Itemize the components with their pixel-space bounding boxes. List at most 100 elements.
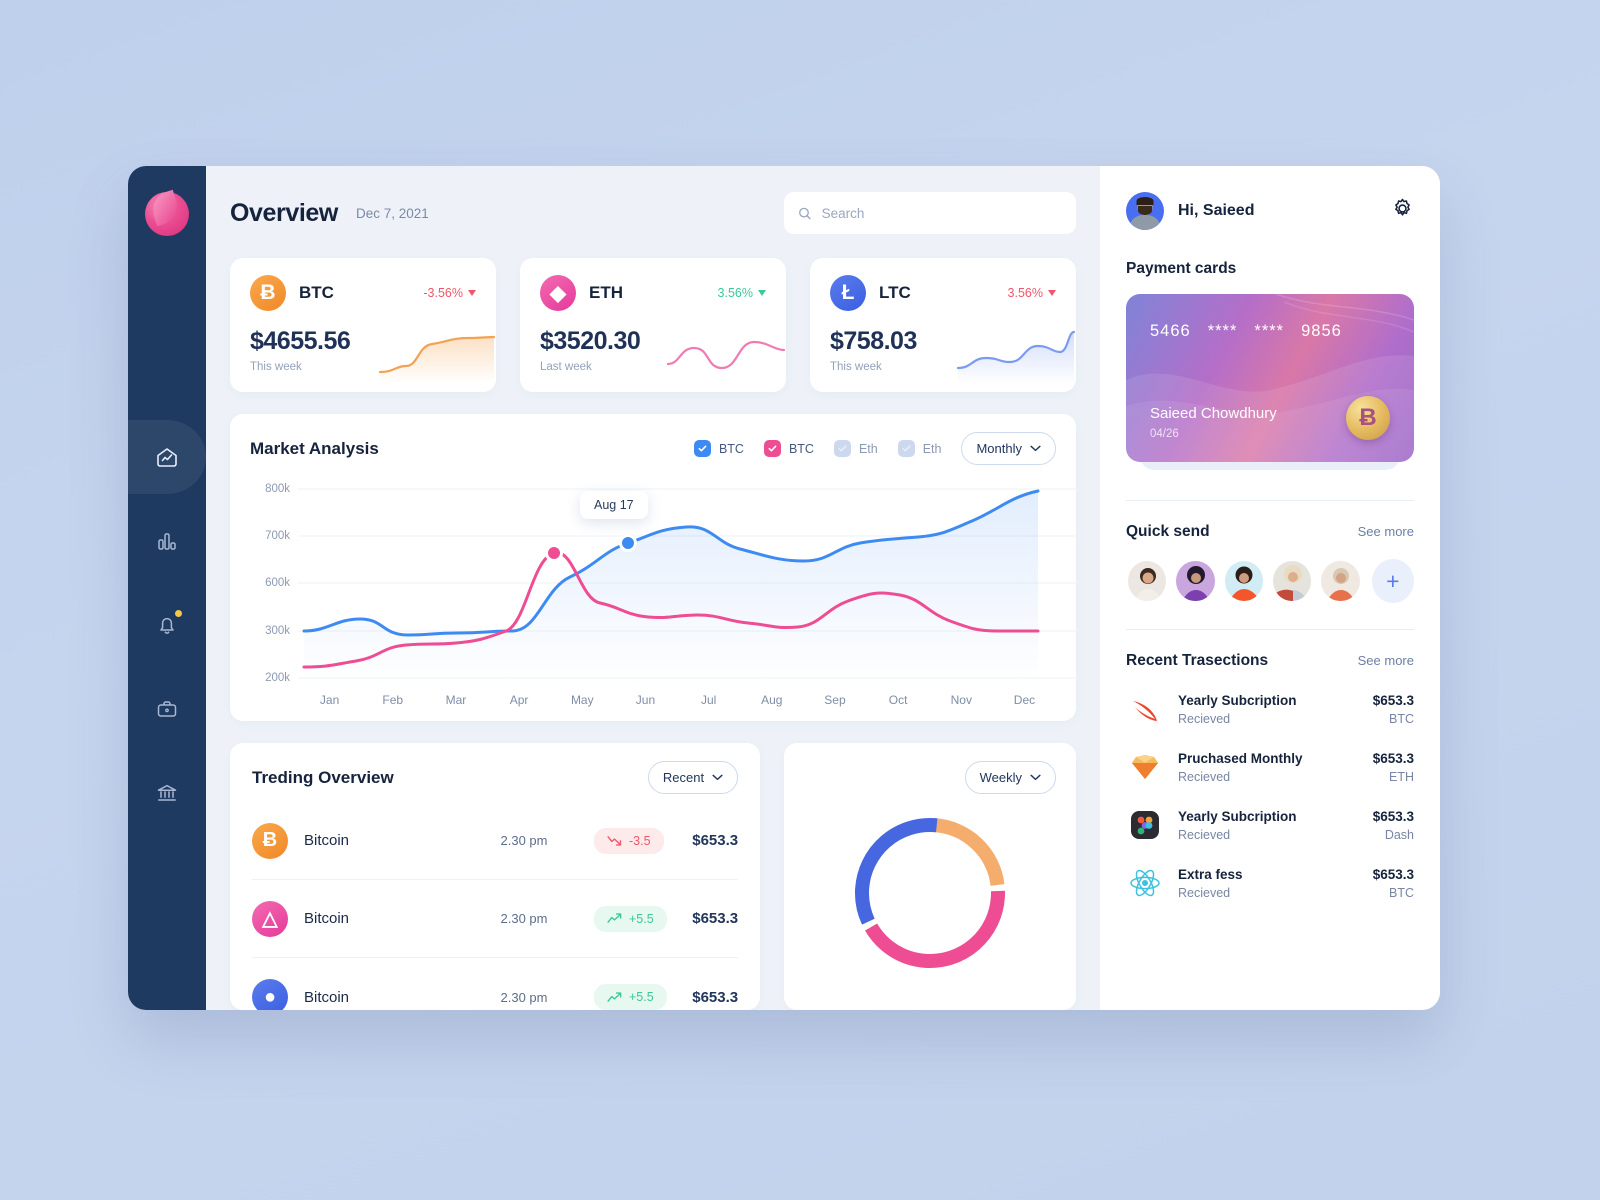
divider	[1126, 629, 1414, 630]
legend-item-btc-blue[interactable]: BTC	[693, 440, 744, 457]
transactions-see-more[interactable]: See more	[1358, 653, 1414, 668]
coin-change-badge: -3.56%	[423, 286, 476, 300]
contact-avatar[interactable]	[1319, 559, 1362, 603]
coin-symbol: ETH	[589, 283, 623, 302]
data-point-pink	[545, 544, 563, 562]
coin-symbol: BTC	[299, 283, 334, 302]
litecoin-icon: Ł	[830, 275, 866, 311]
coin-card-eth[interactable]: ◆ ETH 3.56% $3520.30 Last week	[520, 258, 786, 392]
sparkline-eth	[666, 340, 786, 370]
trading-title: Treding Overview	[252, 767, 394, 787]
trade-time: 2.30 pm	[500, 833, 548, 848]
list-item[interactable]: Pruchased Monthly Recieved $653.3 ETH	[1126, 748, 1414, 786]
transactions-title: Recent Trasections	[1126, 652, 1269, 669]
trading-range-dropdown[interactable]: Recent	[647, 761, 739, 794]
card-stack: 5466 **** **** 9856 Saieed Chowdhury 04/…	[1126, 294, 1414, 474]
trend-up-icon	[607, 913, 622, 923]
avatar[interactable]	[1126, 192, 1164, 230]
contact-avatar[interactable]	[1222, 559, 1266, 603]
trade-amount: $653.3	[692, 910, 739, 927]
card-number: 5466 **** **** 9856	[1150, 322, 1342, 341]
sidebar-item-bank[interactable]	[128, 772, 206, 814]
bitcoin-coin-icon: Ƀ	[1346, 396, 1390, 440]
list-item[interactable]: Yearly Subcription Recieved $653.3 Dash	[1126, 806, 1414, 844]
legend-item-btc-pink[interactable]: BTC	[763, 440, 814, 457]
list-item[interactable]: Yearly Subcription Recieved $653.3 BTC	[1126, 690, 1414, 728]
contact-avatar[interactable]	[1174, 559, 1217, 603]
trade-name: Bitcoin	[304, 988, 350, 1006]
market-chart: 800k 700k 600k 300k 200k Aug 17 Jan Feb …	[250, 481, 1078, 711]
table-row[interactable]: ● Bitcoin 2.30 pm +5.5 $653.3	[252, 958, 738, 1010]
checkbox-checked-icon[interactable]	[693, 440, 711, 457]
payment-cards-title: Payment cards	[1126, 260, 1237, 277]
coin-card-ltc[interactable]: Ł LTC 3.56% $758.03 This week	[810, 258, 1076, 392]
trade-change-badge: +5.5	[594, 905, 667, 932]
list-item[interactable]: Extra fess Recieved $653.3 BTC	[1126, 864, 1414, 902]
caret-down-icon	[1048, 290, 1056, 296]
donut-svg	[855, 818, 1006, 968]
y-tick: 600k	[265, 577, 290, 589]
contact-avatar[interactable]	[1126, 559, 1169, 603]
y-tick: 200k	[265, 672, 290, 684]
x-tick: Nov	[950, 693, 972, 707]
table-row[interactable]: Ƀ Bitcoin 2.30 pm -3.5 $653.3	[252, 802, 739, 880]
sidebar-item-portfolio[interactable]	[128, 688, 206, 730]
search-icon	[799, 207, 811, 219]
greeting-text: Hi, Saieed	[1178, 202, 1255, 219]
avatar-beard	[1138, 206, 1152, 215]
contact-avatar[interactable]	[1271, 559, 1314, 603]
divider	[1126, 500, 1414, 501]
x-tick: Dec	[1013, 693, 1036, 707]
card-expiry: 04/26	[1150, 428, 1179, 440]
y-tick: 300k	[265, 625, 290, 637]
weekly-panel: Weekly	[784, 743, 1076, 1010]
x-tick: Jun	[635, 693, 656, 707]
quick-send-see-more[interactable]: See more	[1358, 524, 1414, 539]
sidebar-item-statistics[interactable]	[128, 520, 206, 562]
figma-icon	[1126, 806, 1164, 844]
search-bar[interactable]	[784, 192, 1076, 234]
transaction-info: Yearly Subcription Recieved	[1178, 693, 1297, 726]
x-tick: Apr	[509, 693, 529, 707]
avatar-body	[1129, 215, 1161, 230]
x-tick: Oct	[888, 693, 908, 707]
bell-icon	[160, 617, 174, 634]
topbar: Overview Dec 7, 2021	[230, 192, 1076, 234]
checkbox-unchecked-icon[interactable]	[833, 440, 851, 457]
weekly-range-dropdown[interactable]: Weekly	[964, 761, 1056, 794]
gear-icon[interactable]	[1391, 197, 1414, 225]
sidebar-item-dashboard[interactable]	[128, 420, 206, 494]
transaction-info: Pruchased Monthly Recieved	[1178, 751, 1303, 784]
trade-name: Bitcoin	[304, 832, 350, 849]
transaction-status: Recieved	[1178, 769, 1231, 784]
legend-label: Eth	[858, 441, 878, 456]
chart-tooltip: Aug 17	[580, 491, 648, 519]
sidebar-item-notifications[interactable]	[128, 604, 206, 646]
avatar-hair	[1136, 197, 1154, 205]
market-range-dropdown[interactable]: Monthly	[961, 432, 1056, 465]
table-row[interactable]: △ Bitcoin 2.30 pm +5.5 $653.3	[252, 880, 739, 958]
trade-time: 2.30 pm	[500, 911, 548, 926]
legend-item-eth-1[interactable]: Eth	[833, 440, 878, 457]
add-contact-button[interactable]: +	[1371, 559, 1414, 603]
coin-card-btc[interactable]: Ƀ BTC -3.56% $4655.56 This week	[230, 258, 496, 392]
series-blue-area	[304, 491, 1038, 686]
coin-change-badge: 3.56%	[1008, 286, 1056, 300]
checkbox-checked-icon[interactable]	[763, 440, 781, 457]
coin-card-header: ◆ ETH 3.56%	[540, 275, 766, 311]
payment-card[interactable]: 5466 **** **** 9856 Saieed Chowdhury 04/…	[1126, 294, 1414, 462]
legend-item-eth-2[interactable]: Eth	[897, 440, 941, 457]
transaction-info: Yearly Subcription Recieved	[1178, 809, 1297, 842]
checkbox-unchecked-icon[interactable]	[897, 440, 915, 457]
transaction-amount: $653.3	[1372, 750, 1414, 766]
trading-overview-panel: Treding Overview Recent Ƀ Bitcoin 2.30 p…	[230, 743, 761, 1010]
transactions-header: Recent Trasections See more	[1126, 652, 1414, 670]
transaction-values: $653.3 BTC	[1373, 867, 1414, 900]
logo-icon[interactable]	[143, 189, 191, 238]
trading-range-label: Recent	[662, 770, 705, 785]
page-title: Overview	[230, 198, 338, 227]
transaction-amount: $653.3	[1372, 692, 1414, 708]
search-input[interactable]	[821, 205, 1062, 221]
sidebar-nav	[128, 420, 206, 814]
bitcoin-icon: Ƀ	[252, 822, 288, 859]
